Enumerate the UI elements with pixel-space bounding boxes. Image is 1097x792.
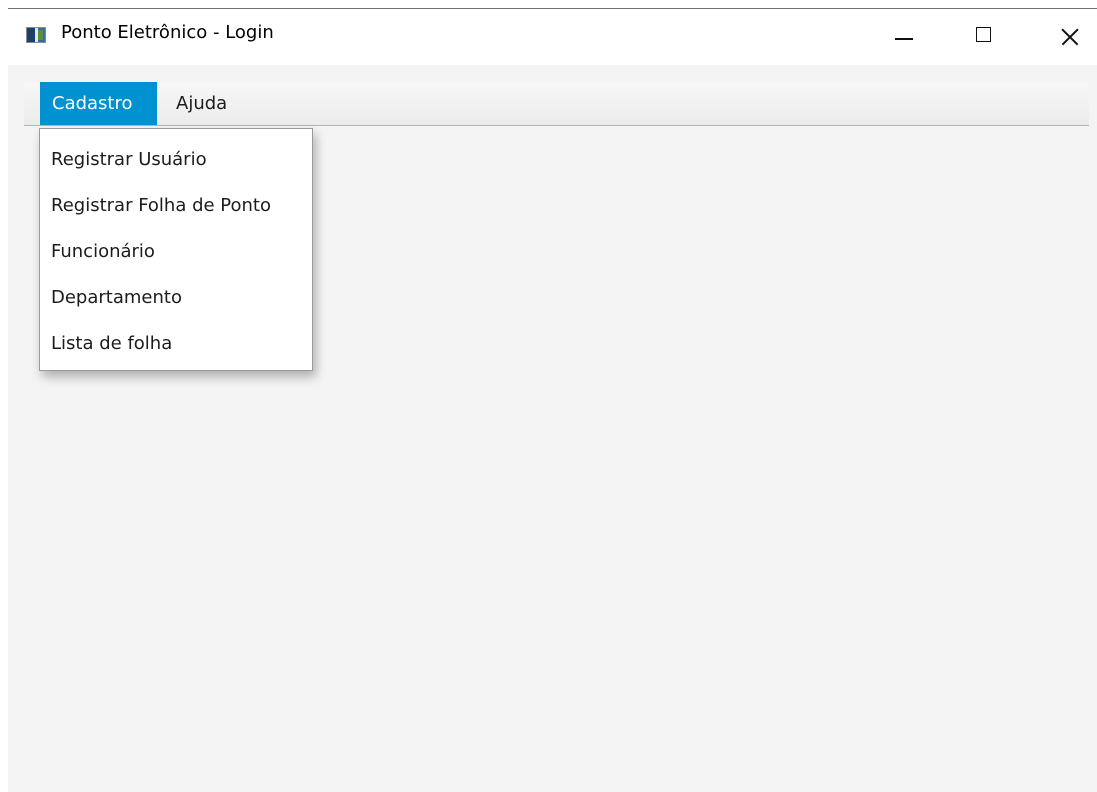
menu-item-registrar-usuario[interactable]: Registrar Usuário: [40, 137, 312, 183]
java-app-icon: [26, 27, 46, 43]
menu-item-departamento[interactable]: Departamento: [40, 275, 312, 321]
title-bar[interactable]: Ponto Eletrônico - Login: [8, 9, 1097, 65]
menu-cadastro[interactable]: Cadastro: [40, 82, 157, 125]
menu-item-lista-de-folha[interactable]: Lista de folha: [40, 321, 312, 367]
cadastro-dropdown-menu: Registrar Usuário Registrar Folha de Pon…: [39, 128, 313, 371]
close-icon[interactable]: [1041, 9, 1097, 65]
app-window: Ponto Eletrônico - Login Cadastro Ajuda …: [8, 8, 1097, 792]
maximize-icon[interactable]: [957, 9, 1013, 65]
menu-item-registrar-folha-de-ponto[interactable]: Registrar Folha de Ponto: [40, 183, 312, 229]
menu-bar: Cadastro Ajuda: [24, 82, 1089, 126]
window-title: Ponto Eletrônico - Login: [61, 22, 274, 43]
menu-ajuda[interactable]: Ajuda: [164, 82, 239, 125]
minimize-icon[interactable]: [877, 9, 933, 65]
menu-item-funcionario[interactable]: Funcionário: [40, 229, 312, 275]
